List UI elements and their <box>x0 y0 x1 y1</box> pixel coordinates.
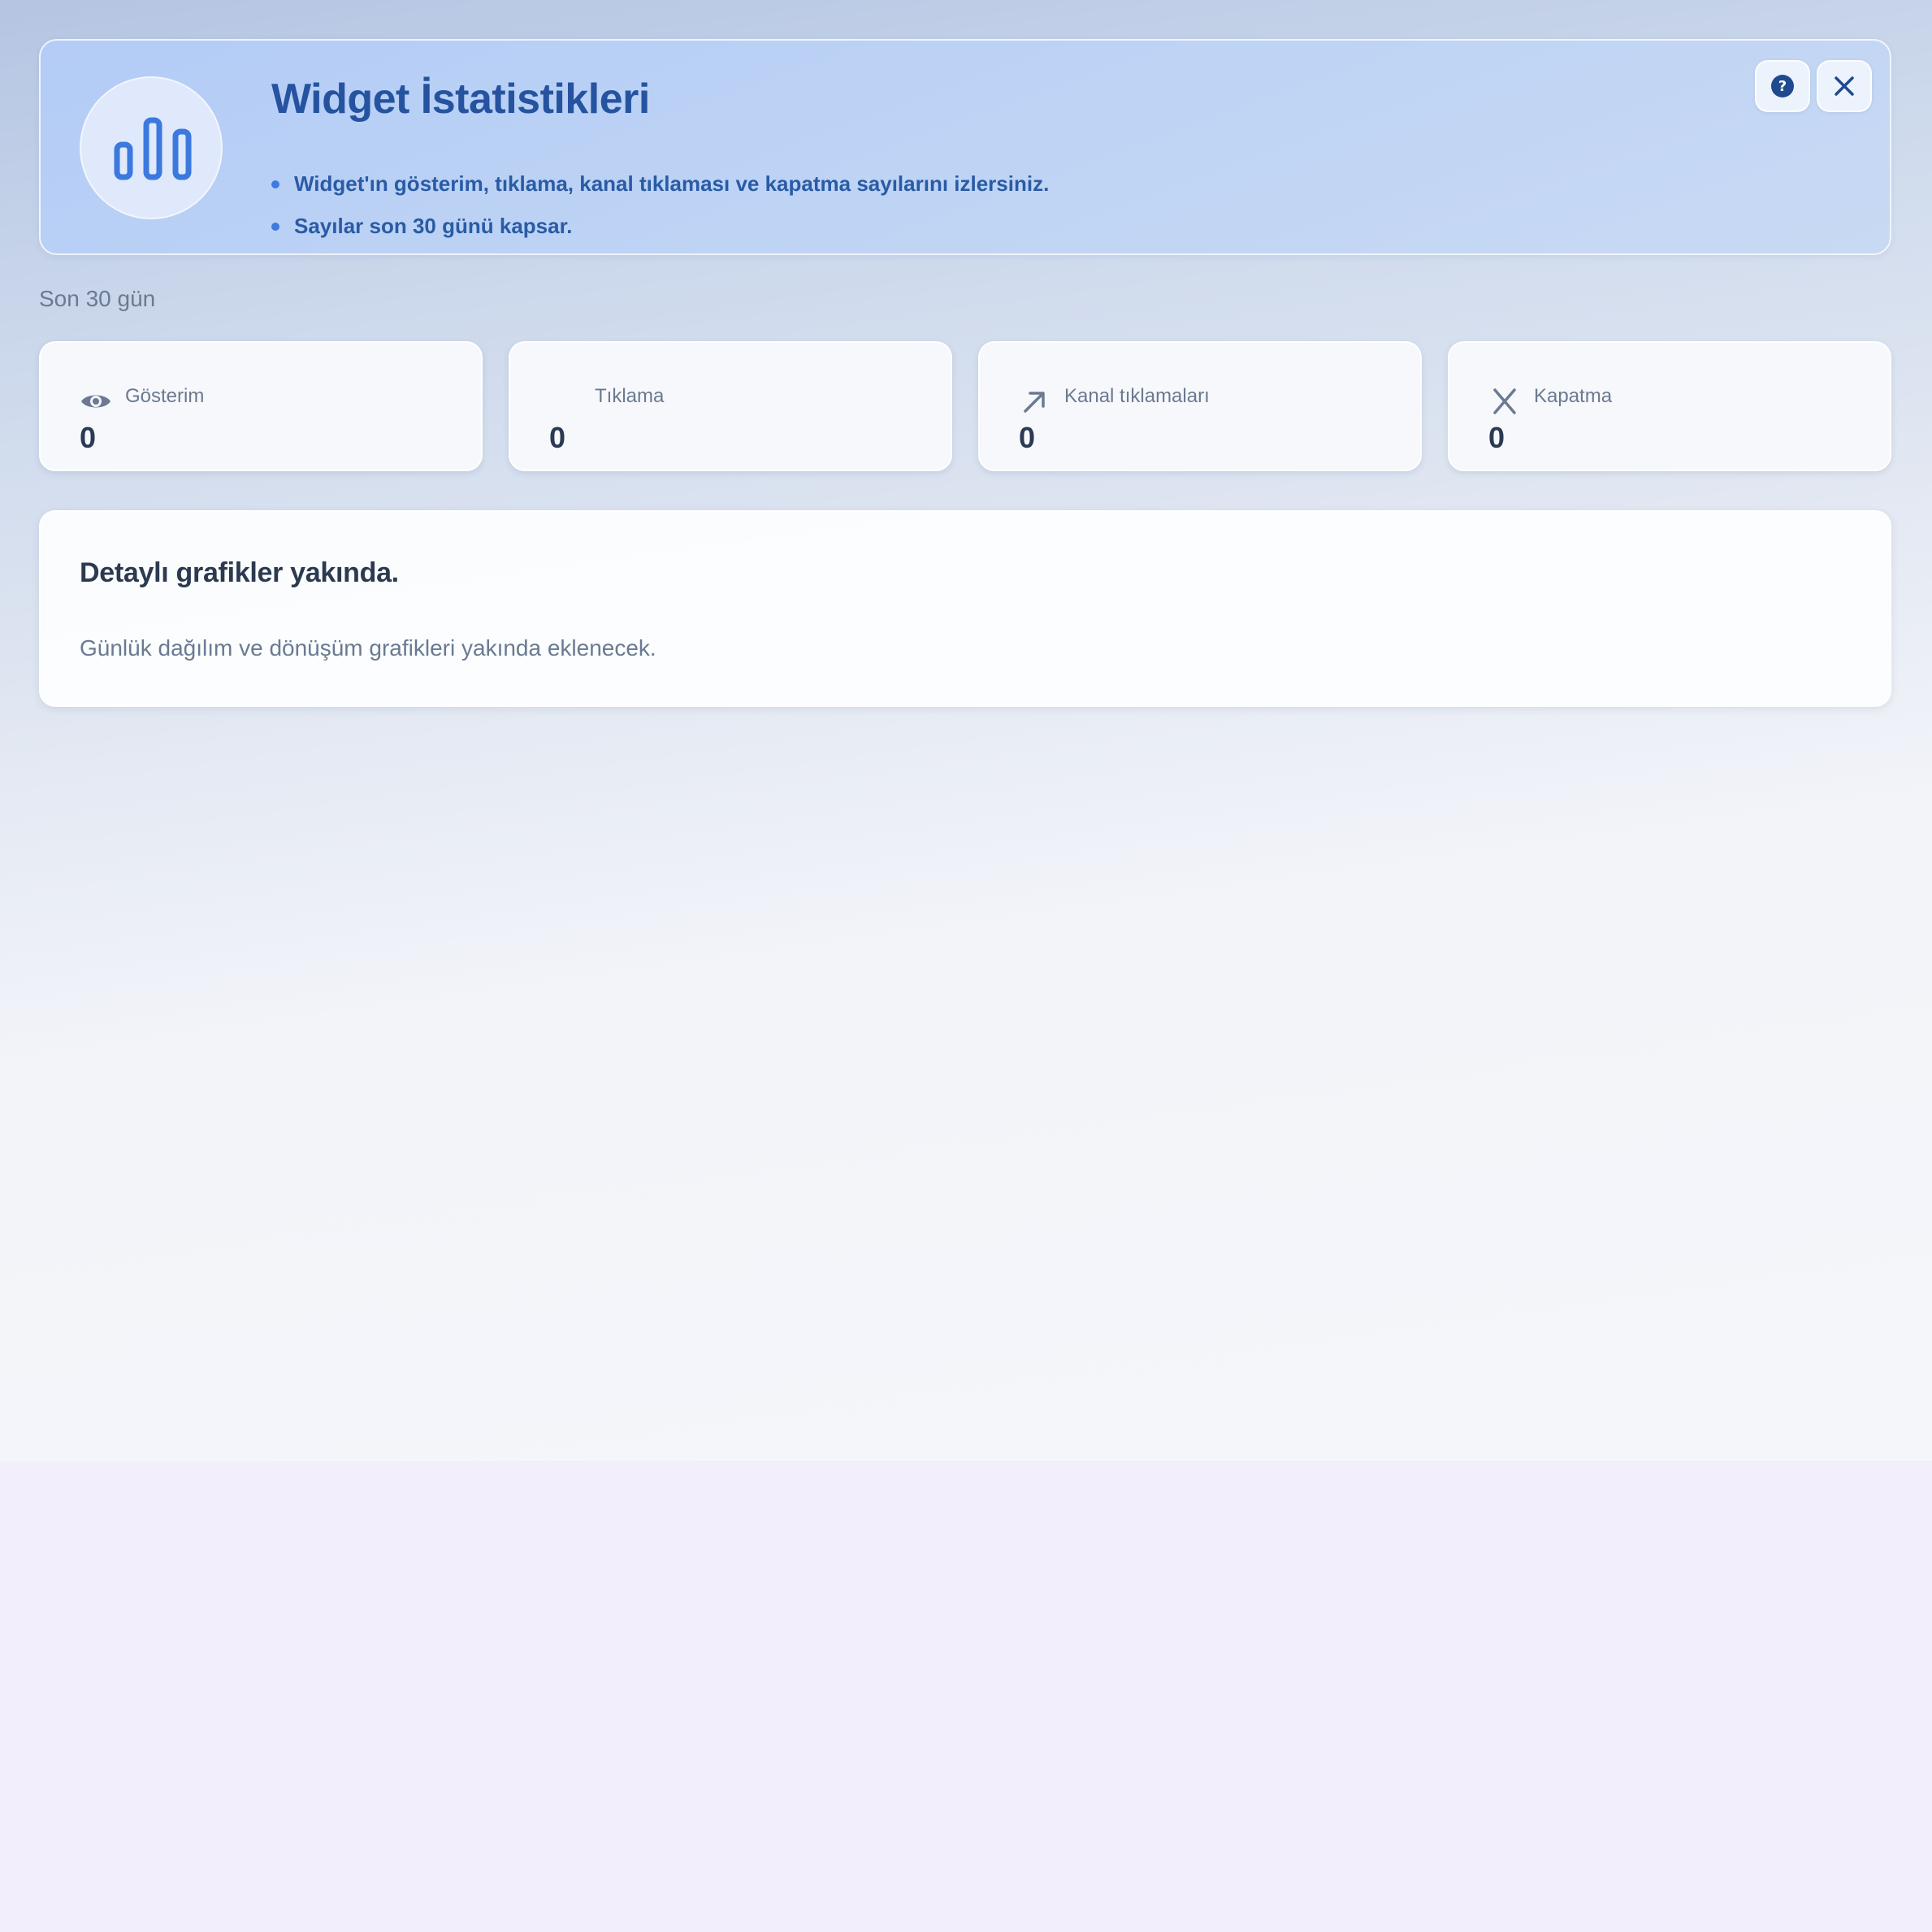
stat-value: 0 <box>80 421 97 454</box>
period-label: Son 30 gün <box>39 286 156 311</box>
stat-label: Tıklama <box>595 385 665 407</box>
eye-icon <box>81 395 110 408</box>
arrow-up-right-icon <box>1024 392 1045 413</box>
stat-card-dismissals: Kapatma 0 <box>1448 341 1891 471</box>
bullet-text: Sayılar son 30 günü kapsar. <box>294 214 573 238</box>
stat-value: 0 <box>549 421 566 454</box>
header-bullets: Widget'ın gösterim, tıklama, kanal tıkla… <box>271 162 1049 247</box>
stat-value: 0 <box>1488 421 1505 454</box>
x-icon <box>1493 388 1516 414</box>
stat-label: Kanal tıklamaları <box>1064 385 1210 407</box>
page-title: Widget İstatistikleri <box>271 76 650 123</box>
bullet-dot <box>271 223 279 231</box>
details-card: Detaylı grafikler yakında. Günlük dağılı… <box>39 510 1891 707</box>
close-button[interactable] <box>1817 60 1872 112</box>
page-background-bottom <box>0 1461 1932 1932</box>
svg-text:?: ? <box>1778 78 1787 95</box>
stat-label: Kapatma <box>1534 385 1613 407</box>
help-icon: ? <box>1771 75 1794 97</box>
bullet-dot <box>271 180 279 188</box>
close-icon <box>1835 76 1854 96</box>
help-button[interactable]: ? <box>1755 60 1810 112</box>
bullet-text: Widget'ın gösterim, tıklama, kanal tıkla… <box>294 171 1050 196</box>
stat-card-impressions: Gösterim 0 <box>39 341 483 471</box>
details-title: Detaylı grafikler yakında. <box>80 557 399 588</box>
stat-card-clicks: Tıklama 0 <box>509 341 952 471</box>
bullet-item: Widget'ın gösterim, tıklama, kanal tıkla… <box>271 162 1049 205</box>
stat-label: Gösterim <box>125 385 205 407</box>
details-description: Günlük dağılım ve dönüşüm grafikleri yak… <box>80 635 656 661</box>
bar-chart-icon <box>80 76 223 219</box>
stat-card-channel-clicks: Kanal tıklamaları 0 <box>978 341 1422 471</box>
header-card: Widget İstatistikleri Widget'ın gösterim… <box>39 39 1891 255</box>
stat-value: 0 <box>1019 421 1036 454</box>
bullet-item: Sayılar son 30 günü kapsar. <box>271 205 1049 247</box>
